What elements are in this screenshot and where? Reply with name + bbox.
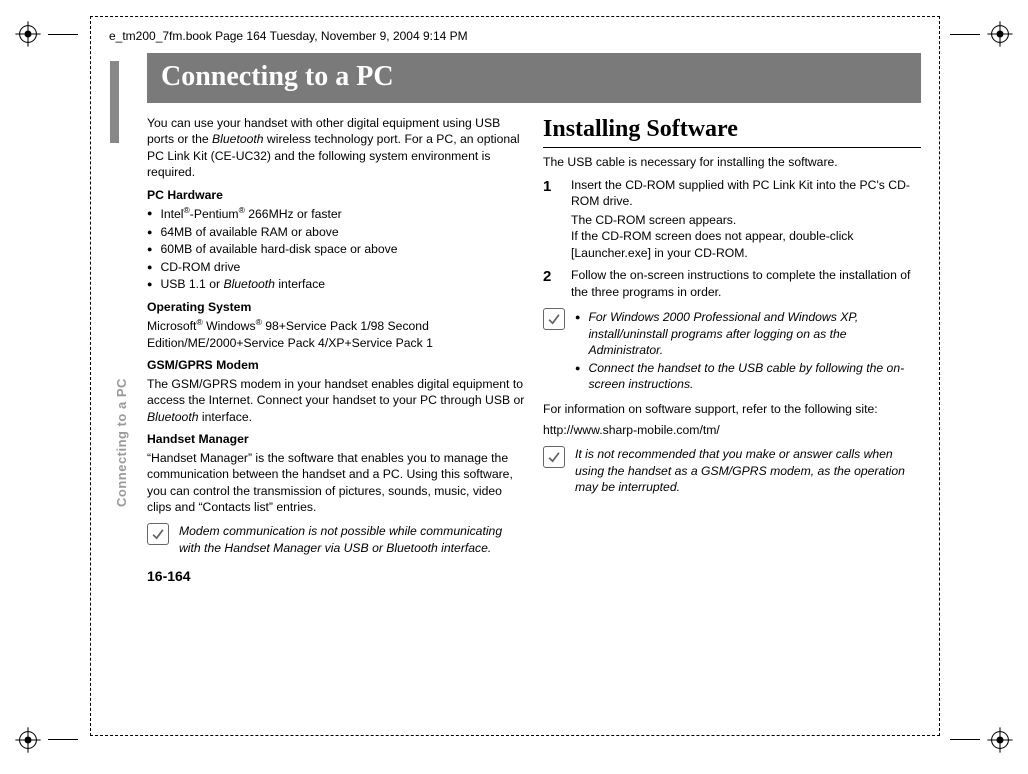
pc-hardware-heading: PC Hardware: [147, 187, 525, 203]
os-text: Microsoft® Windows® 98+Service Pack 1/98…: [147, 317, 525, 351]
bullet-icon: ●: [147, 205, 152, 223]
bullet-icon: ●: [147, 224, 152, 240]
handset-manager-heading: Handset Manager: [147, 431, 525, 447]
crop-mark-bl: [14, 726, 42, 754]
installing-software-heading: Installing Software: [543, 113, 921, 148]
step-sub: If the CD-ROM screen does not appear, do…: [571, 228, 921, 261]
page-number: 16-164: [147, 568, 921, 584]
note-block: ●For Windows 2000 Professional and Windo…: [543, 308, 921, 393]
install-intro: The USB cable is necessary for installin…: [543, 154, 921, 170]
bluetooth-term: Bluetooth: [212, 132, 264, 146]
check-icon: [543, 446, 565, 468]
trim-line: [48, 739, 78, 740]
bullet-icon: ●: [575, 360, 580, 393]
thumb-tab-bar: [110, 61, 119, 143]
hw-item: Intel®-Pentium® 266MHz or faster: [160, 205, 341, 223]
note-item: Connect the handset to the USB cable by …: [588, 360, 921, 393]
trim-line: [950, 739, 980, 740]
page-frame: e_tm200_7fm.book Page 164 Tuesday, Novem…: [90, 16, 940, 736]
crop-mark-br: [986, 726, 1014, 754]
check-icon: [147, 523, 169, 545]
intro-text: You can use your handset with other digi…: [147, 115, 525, 181]
support-url: http://www.sharp-mobile.com/tm/: [543, 422, 921, 438]
step-body: Follow the on-screen instructions to com…: [571, 267, 921, 300]
support-text: For information on software support, ref…: [543, 401, 921, 417]
step-main: Insert the CD-ROM supplied with PC Link …: [571, 177, 921, 210]
hw-item: 60MB of available hard-disk space or abo…: [160, 241, 397, 257]
left-column: You can use your handset with other digi…: [147, 113, 525, 556]
bullet-icon: ●: [147, 259, 152, 275]
hw-item: USB 1.1 or Bluetooth interface: [160, 276, 325, 292]
step-1: 1 Insert the CD-ROM supplied with PC Lin…: [543, 177, 921, 261]
note-item: For Windows 2000 Professional and Window…: [588, 309, 921, 358]
step-number: 2: [543, 267, 559, 300]
note-block: Modem communication is not possible whil…: [147, 523, 525, 556]
list-item: ● USB 1.1 or Bluetooth interface: [147, 276, 525, 292]
text-run: interface.: [199, 410, 253, 424]
list-item: ● Intel®-Pentium® 266MHz or faster: [147, 205, 525, 223]
right-column: Installing Software The USB cable is nec…: [543, 113, 921, 556]
crop-mark-tl: [14, 20, 42, 48]
modem-heading: GSM/GPRS Modem: [147, 357, 525, 373]
step-number: 1: [543, 177, 559, 261]
side-tab-label: Connecting to a PC: [114, 378, 129, 507]
step-2: 2 Follow the on-screen instructions to c…: [543, 267, 921, 300]
note-text: Modem communication is not possible whil…: [179, 523, 525, 556]
step-sub: The CD-ROM screen appears.: [571, 212, 921, 228]
text-run: The GSM/GPRS modem in your handset enabl…: [147, 377, 524, 407]
hw-item: CD-ROM drive: [160, 259, 240, 275]
chapter-title-bar: Connecting to a PC: [147, 53, 921, 103]
chapter-title: Connecting to a PC: [147, 53, 921, 101]
hw-item: 64MB of available RAM or above: [160, 224, 338, 240]
os-heading: Operating System: [147, 299, 525, 315]
modem-text: The GSM/GPRS modem in your handset enabl…: [147, 376, 525, 425]
running-header: e_tm200_7fm.book Page 164 Tuesday, Novem…: [109, 29, 921, 43]
note-block: It is not recommended that you make or a…: [543, 446, 921, 495]
trim-line: [950, 34, 980, 35]
list-item: ● CD-ROM drive: [147, 259, 525, 275]
list-item: ● 60MB of available hard-disk space or ab…: [147, 241, 525, 257]
check-icon: [543, 308, 565, 330]
step-body: Insert the CD-ROM supplied with PC Link …: [571, 177, 921, 261]
bullet-icon: ●: [147, 241, 152, 257]
bullet-icon: ●: [575, 309, 580, 358]
list-item: ● 64MB of available RAM or above: [147, 224, 525, 240]
handset-manager-text: “Handset Manager” is the software that e…: [147, 450, 525, 516]
bullet-icon: ●: [147, 276, 152, 292]
bluetooth-term: Bluetooth: [147, 410, 199, 424]
crop-mark-tr: [986, 20, 1014, 48]
note-list: ●For Windows 2000 Professional and Windo…: [575, 308, 921, 393]
trim-line: [48, 34, 78, 35]
note-text: It is not recommended that you make or a…: [575, 446, 921, 495]
